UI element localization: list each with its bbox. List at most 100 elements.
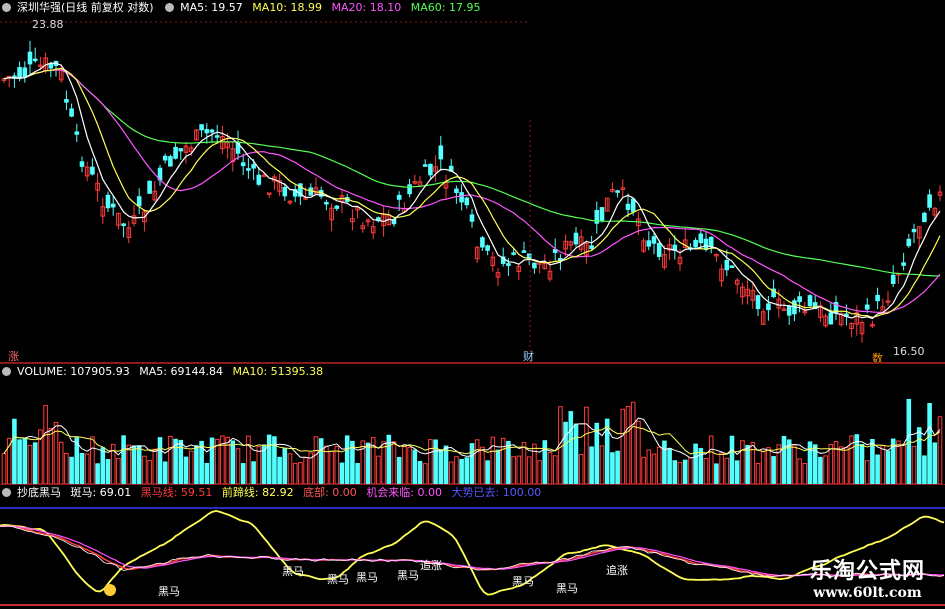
heima-value: 黑马线: 59.51 [140, 486, 213, 499]
volume-bar [287, 453, 293, 484]
volume-bar [563, 421, 568, 484]
volume-bar [552, 455, 558, 484]
volume-bar [313, 436, 319, 484]
volume-bar [568, 411, 574, 484]
candle-body [246, 168, 251, 171]
candle-body [922, 212, 927, 223]
volume-bar [412, 449, 418, 484]
signal-label: 黑马 [356, 571, 378, 584]
ma5-line [3, 62, 941, 320]
candle-body [656, 242, 662, 257]
volume-bar [526, 456, 532, 484]
volume-bar [672, 460, 678, 484]
smiley-icon [104, 584, 116, 596]
volume-bar [625, 405, 631, 484]
volume-bar [209, 437, 215, 484]
candle-body [532, 262, 537, 269]
volume-bar [516, 455, 522, 484]
candle-body [890, 274, 896, 284]
ma60-line [3, 69, 941, 277]
volume-bar [376, 455, 381, 484]
price-chart-panel[interactable]: 深圳华强(日线 前复权 对数) MA5: 19.57 MA10: 18.99 M… [0, 0, 945, 365]
candle-body [79, 161, 85, 167]
candle-body [573, 232, 579, 245]
indicator-panel[interactable]: 抄底黑马 斑马: 69.01 黑马线: 59.51 前蹄线: 82.92 底部:… [0, 485, 945, 609]
volume-bar [802, 463, 808, 484]
volume-bar [48, 428, 54, 484]
price-settings-icon[interactable] [2, 3, 11, 12]
volume-bar [147, 460, 152, 484]
signal-label: 追涨 [606, 564, 628, 577]
volume-bar [303, 457, 308, 484]
banma-value: 斑马: 69.01 [70, 486, 132, 499]
jihui-value: 机会来临: 0.00 [366, 486, 443, 499]
price-legend: 深圳华强(日线 前复权 对数) MA5: 19.57 MA10: 18.99 M… [0, 0, 486, 16]
candle-body [755, 295, 761, 310]
volume-bar [116, 457, 121, 484]
candle-body [625, 203, 631, 210]
volume-bar [885, 450, 891, 484]
volume-bar [641, 456, 646, 484]
candle-body [136, 196, 142, 207]
volume-chart-panel[interactable]: VOLUME: 107905.93 MA5: 69144.84 MA10: 51… [0, 364, 945, 484]
volume-bar [823, 455, 828, 484]
candle-body [168, 156, 173, 167]
volume-bar [927, 403, 932, 484]
volume-bar [162, 461, 168, 484]
volume-settings-icon[interactable] [2, 367, 11, 376]
candle-body [698, 233, 704, 244]
volume-bar [714, 463, 719, 484]
volume-bar [844, 447, 849, 484]
candle-body [708, 236, 714, 247]
volume-bar [703, 458, 709, 484]
volume-bar [17, 439, 22, 484]
candle-body [173, 146, 178, 159]
dashi-value: 大势已去: 100.00 [451, 486, 542, 499]
volume-bar [225, 436, 230, 484]
volume-bar [734, 460, 740, 484]
volume-bar [235, 448, 241, 484]
volume-bar [656, 446, 662, 484]
signal-label: 追涨 [420, 559, 442, 572]
candle-body [729, 265, 735, 269]
volume-bar [339, 462, 345, 484]
signal-label: 黑马 [282, 565, 304, 578]
volume-bar [126, 444, 132, 484]
volume-bar [724, 457, 730, 484]
volume-bar [937, 416, 943, 484]
volume-value: VOLUME: 107905.93 [17, 365, 130, 378]
indicator-legend: 抄底黑马 斑马: 69.01 黑马线: 59.51 前蹄线: 82.92 底部:… [0, 485, 547, 501]
volume-bar [407, 447, 412, 484]
volume-bar [355, 463, 360, 484]
volume-bar [682, 459, 688, 484]
candle-body [511, 252, 516, 255]
candle-body [32, 58, 38, 62]
volume-bar [677, 461, 683, 484]
candle-body [105, 194, 111, 209]
volume-bar [651, 453, 657, 484]
candle-body [147, 180, 152, 194]
volume-bar [43, 405, 48, 484]
signal-label: 黑马 [512, 575, 534, 588]
volume-bar [266, 434, 272, 484]
indicator-chart[interactable] [0, 485, 945, 609]
candle-body [459, 192, 464, 203]
candle-body [48, 63, 54, 69]
candle-body [199, 124, 204, 131]
indicator-settings-icon[interactable] [2, 488, 11, 497]
volume-bar [79, 452, 85, 484]
volume-bar [688, 457, 693, 484]
candle-body [454, 188, 459, 193]
volume-bar [797, 458, 802, 484]
candle-body [407, 184, 412, 195]
volume-bar [230, 440, 236, 484]
volume-bar [630, 401, 636, 484]
price-chart[interactable] [0, 0, 945, 363]
ma5-value: MA5: 19.57 [180, 1, 243, 14]
volume-bar [880, 445, 886, 484]
volume-chart[interactable] [0, 364, 945, 484]
ma-settings-icon[interactable] [165, 3, 175, 12]
vol-ma10-value: MA10: 51395.38 [232, 365, 324, 378]
volume-bar [547, 451, 553, 484]
volume-bar [781, 435, 787, 484]
